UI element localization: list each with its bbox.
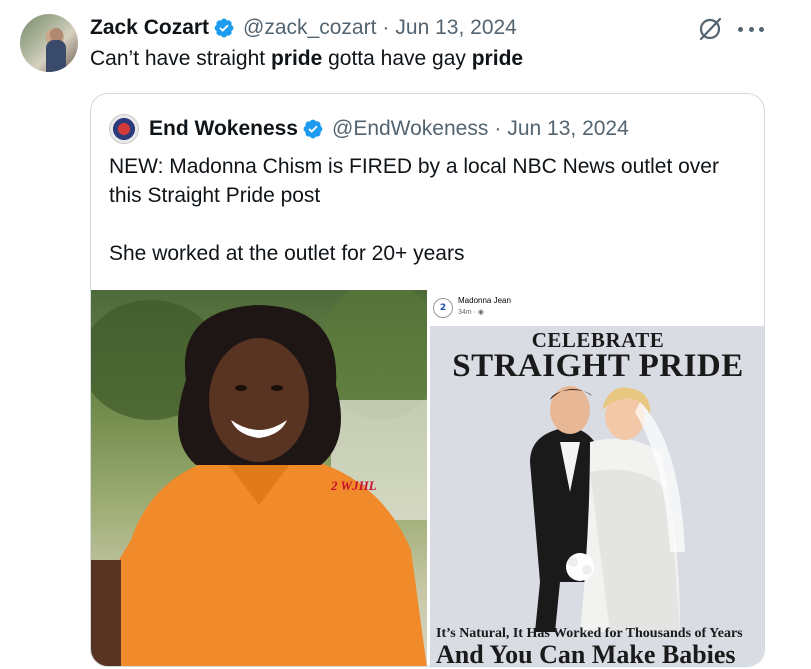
shirt-logo-text: WJHL: [340, 478, 377, 493]
meta-separator: ·: [382, 16, 390, 39]
verified-badge-icon: [302, 118, 324, 140]
meta-separator: ·: [494, 117, 502, 140]
globe-icon: ◉: [477, 309, 484, 316]
fb-post-time: 34m · ◉: [458, 308, 484, 316]
tweet-text-part: Can’t have straight: [90, 47, 271, 70]
quote-handle: @EndWokeness: [332, 117, 489, 140]
fb-post-header: 2 Madonna Jean 34m · ◉: [430, 290, 764, 326]
poster-headline-2: STRAIGHT PRIDE: [452, 348, 744, 384]
station-logo: 2: [433, 298, 453, 318]
straight-pride-poster: CELEBRATE STRAIGHT PRIDE It’s Natural, I…: [430, 326, 764, 667]
couple-illustration: [530, 386, 685, 632]
poster-caption-2: And You Can Make Babies: [436, 640, 736, 667]
dot-shape: [759, 26, 764, 32]
tweet-text-bold: pride: [471, 47, 524, 70]
quote-author-name: End Wokeness: [149, 117, 298, 140]
quote-paragraph: She worked at the outlet for 20+ years: [109, 242, 465, 265]
more-dots-icon[interactable]: [738, 18, 764, 40]
author-avatar[interactable]: [20, 14, 78, 72]
author-handle[interactable]: @zack_cozart: [243, 16, 376, 40]
shirt-logo: 2 WJHL: [331, 478, 377, 494]
dot-shape: [738, 26, 743, 32]
tweet-text-bold: pride: [270, 47, 323, 70]
quote-date: Jun 13, 2024: [507, 117, 629, 140]
fb-poster-name: Madonna Jean: [458, 296, 511, 305]
tweet-text-part: gotta have gay: [322, 47, 472, 70]
tweet-date[interactable]: Jun 13, 2024: [395, 16, 516, 40]
quote-author-avatar: [109, 114, 139, 144]
tweet-text: Can’t have straight pride gotta have gay…: [90, 47, 523, 71]
author-name[interactable]: Zack Cozart: [90, 16, 209, 40]
quote-header: End Wokeness @EndWokeness · Jun 13, 2024: [149, 114, 629, 144]
quote-text: NEW: Madonna Chism is FIRED by a local N…: [109, 152, 749, 297]
verified-badge-icon[interactable]: [213, 17, 235, 39]
avatar-figure-shape: [46, 40, 66, 72]
quoted-tweet-card[interactable]: End Wokeness @EndWokeness · Jun 13, 2024…: [90, 93, 765, 667]
dot-shape: [748, 26, 754, 32]
media-photo-left[interactable]: 2 WJHL: [91, 290, 427, 666]
grok-icon[interactable]: [697, 16, 723, 42]
quote-paragraph: NEW: Madonna Chism is FIRED by a local N…: [109, 155, 719, 207]
tweet-header: Zack Cozart @zack_cozart · Jun 13, 2024: [90, 14, 517, 42]
shirt-logo-number: 2: [331, 478, 338, 493]
fb-post-time-text: 34m ·: [458, 309, 478, 316]
media-photo-right[interactable]: 2 Madonna Jean 34m · ◉ CELEBRATE STRAIGH…: [430, 290, 764, 667]
